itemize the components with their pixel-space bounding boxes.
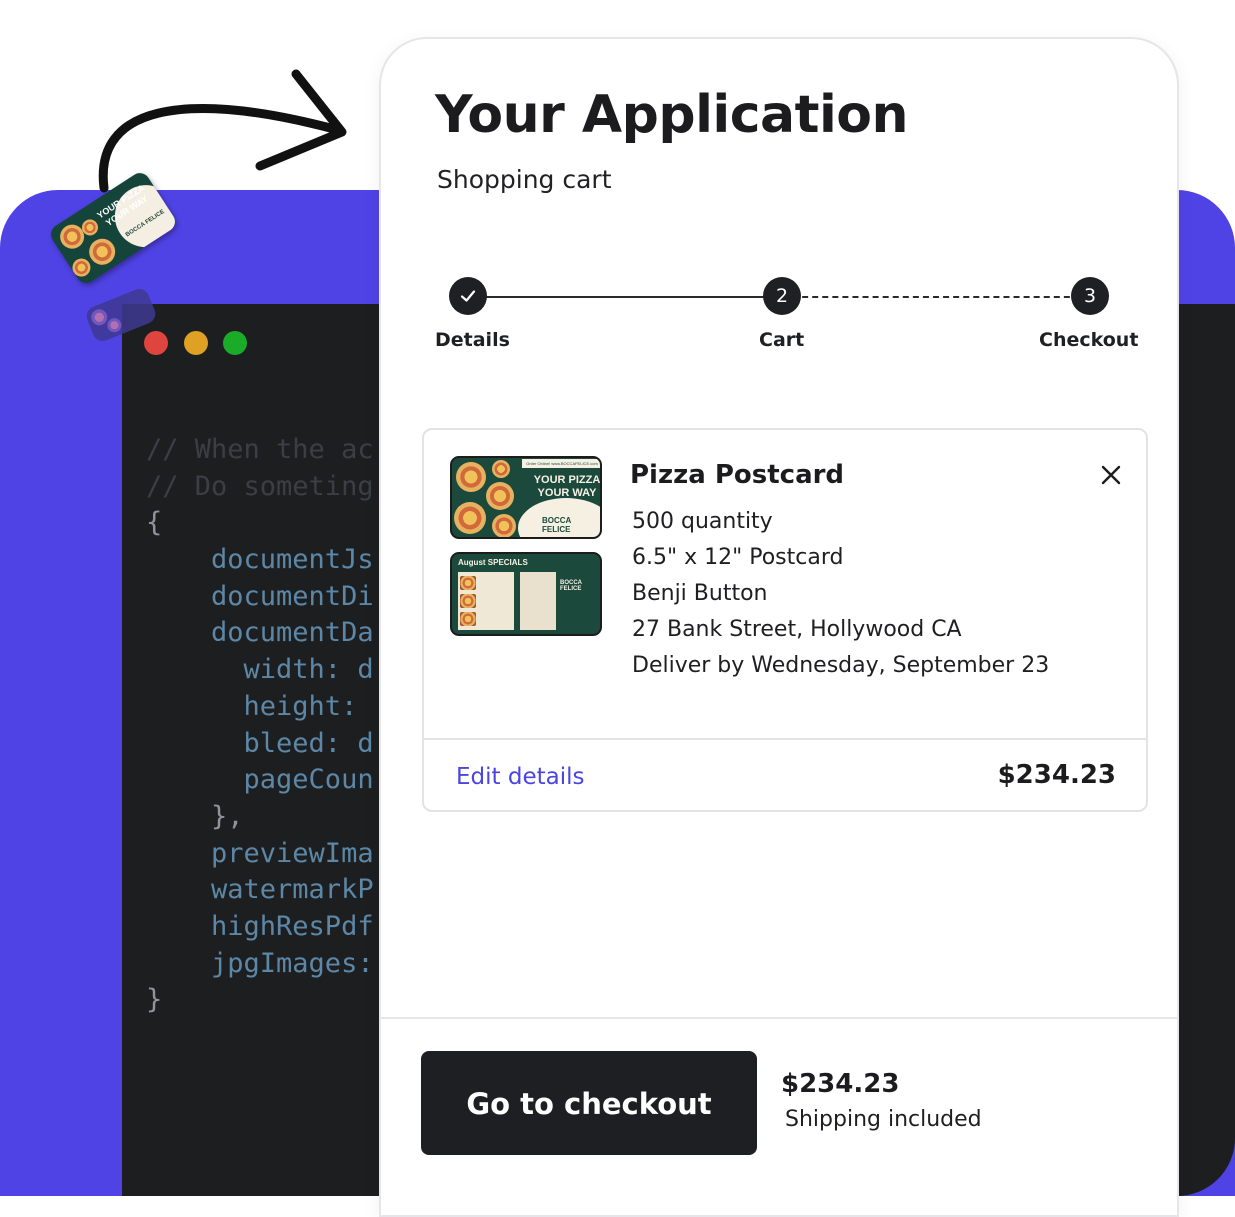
code-lines: // When the ac // Do someting { documentJs… [146, 432, 374, 1019]
code-line: height: [146, 690, 374, 722]
step-checkout[interactable]: 3 [1071, 277, 1109, 315]
pizza-graphic [492, 514, 516, 537]
remove-item-button[interactable] [1098, 462, 1124, 488]
code-line: previewIma [146, 837, 374, 869]
special-photo [460, 594, 476, 608]
code-line: pageCoun [146, 764, 374, 796]
code-line: bleed: d [146, 727, 374, 759]
item-recipient: Benji Button [632, 581, 768, 606]
special-photo [460, 612, 476, 626]
step-label-checkout[interactable]: Checkout [1039, 329, 1138, 351]
item-address: 27 Bank Street, Hollywood CA [632, 617, 962, 642]
postcard-front-thumbnail: Order Online! www.BOCCAFELICE.com YOUR P… [450, 456, 602, 539]
order-total: $234.23 [781, 1069, 900, 1099]
page-subtitle: Shopping cart [437, 165, 612, 194]
item-details: 500 quantity 6.5" x 12" Postcard Benji B… [632, 504, 1049, 684]
pizza-graphic [492, 460, 510, 478]
code-line: documentDi [146, 580, 374, 612]
postcard-brand: BOCCA FELICE [542, 516, 572, 534]
close-icon [1101, 465, 1121, 485]
step-label-cart[interactable]: Cart [759, 329, 804, 351]
window-maximize-dot[interactable] [223, 331, 247, 355]
page-title: Your Application [435, 85, 909, 145]
shipping-note: Shipping included [785, 1107, 982, 1132]
footer-divider [381, 1017, 1177, 1019]
code-line: }, [146, 800, 244, 832]
checkout-stepper: 2 3 Details Cart Checkout [381, 277, 1181, 357]
stepper-line-completed [468, 296, 782, 298]
window-close-dot[interactable] [144, 331, 168, 355]
postcard-band-text: Order Online! www.BOCCAFELICE.com [522, 459, 600, 468]
application-card: Your Application Shopping cart 2 3 Detai… [379, 37, 1179, 1217]
go-to-checkout-button[interactable]: Go to checkout [421, 1051, 757, 1155]
code-line: watermarkP [146, 874, 374, 906]
item-size: 6.5" x 12" Postcard [632, 545, 844, 570]
stepper-line-upcoming [782, 296, 1090, 298]
special-photo [460, 576, 476, 590]
edit-details-link[interactable]: Edit details [456, 764, 584, 790]
pizza-graphic [456, 462, 486, 492]
code-line: } [146, 984, 163, 1016]
item-price: $234.23 [997, 760, 1116, 790]
code-line: highResPdf [146, 910, 374, 942]
code-line: documentDa [146, 617, 374, 649]
code-line: { [146, 507, 163, 539]
step-cart[interactable]: 2 [763, 277, 801, 315]
code-line: width: d [146, 654, 374, 686]
item-quantity: 500 quantity [632, 509, 773, 534]
postcard-title: YOUR PIZZA YOUR WAY [533, 474, 601, 499]
pizza-graphic [105, 316, 124, 335]
code-line: // Do someting [146, 470, 374, 502]
step-details-complete[interactable] [449, 277, 487, 315]
postcard-back-brand: BOCCA FELICE [560, 580, 582, 592]
pizza-graphic [486, 482, 514, 510]
window-minimize-dot[interactable] [184, 331, 208, 355]
story-column [520, 572, 556, 630]
pizza-graphic [454, 502, 486, 534]
postcard-back-thumbnail: August SPECIALS BOCCA FELICE [450, 552, 602, 636]
step-label-details[interactable]: Details [435, 329, 510, 351]
item-divider [424, 738, 1146, 740]
postcard-back-title: August SPECIALS [458, 558, 528, 567]
item-name: Pizza Postcard [630, 460, 845, 490]
item-delivery-date: Deliver by Wednesday, September 23 [632, 653, 1050, 678]
code-line: documentJs [146, 544, 374, 576]
checkmark-icon [460, 290, 476, 302]
cart-item-card: Order Online! www.BOCCAFELICE.com YOUR P… [422, 428, 1148, 812]
code-line: // When the ac [146, 434, 374, 465]
code-line: jpgImages: [146, 947, 374, 979]
